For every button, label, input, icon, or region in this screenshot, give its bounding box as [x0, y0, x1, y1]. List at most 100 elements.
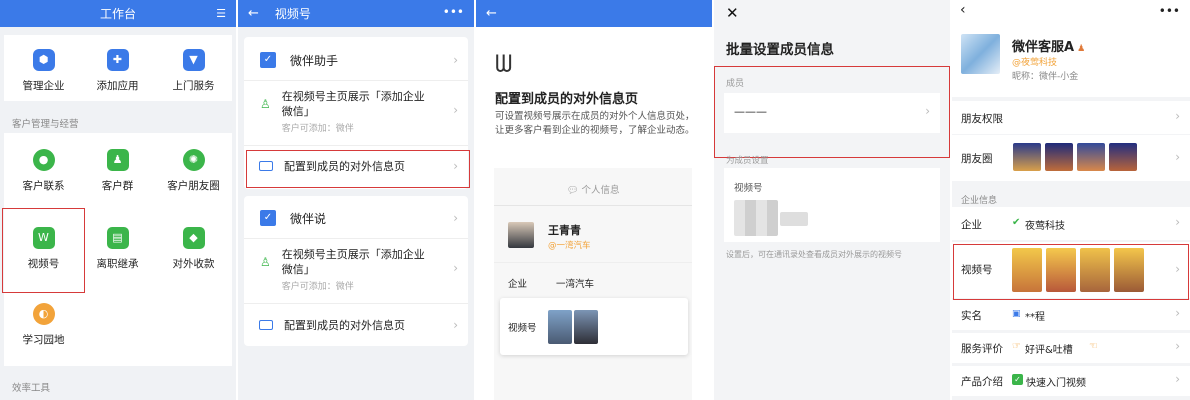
id-card-icon: [259, 161, 273, 171]
onsite-service-button[interactable]: ▼ 上门服务: [156, 49, 231, 93]
moments-row[interactable]: 朋友圈 ›: [952, 135, 1190, 181]
profile-tab: 💬︎ 个人信息: [566, 185, 620, 196]
check-icon: ✓: [260, 210, 276, 226]
video-thumbnail: [734, 200, 778, 236]
customer-contact-button[interactable]: ● 客户联系: [6, 149, 81, 193]
shield-icon: ◆: [182, 227, 205, 249]
apps-add-icon: ✚: [106, 49, 129, 71]
chevron-right-icon: ›: [1175, 262, 1180, 276]
workbench-panel: 工作台 ☰ ⬢ 管理企业 ✚ 添加应用 ▼ 上门服务 客户管理与经营 ● 客户联系 ♟ 客…: [0, 0, 236, 400]
friend-permission-row[interactable]: 朋友权限 ›: [952, 101, 1190, 134]
chevron-right-icon: ›: [1175, 339, 1180, 353]
avatar: [961, 34, 1000, 74]
setting-label: 为成员设置: [726, 156, 769, 166]
resign-inherit-button[interactable]: ▤ 离职继承: [80, 227, 155, 271]
video-channel-logo-icon: ᗯ: [495, 50, 513, 78]
workbench-topbar: 工作台 ☰: [0, 0, 236, 27]
hand-icon: ☜: [1089, 341, 1098, 352]
chevron-right-icon: ›: [925, 104, 930, 118]
video-channel-panel: ← 视频号 ••• ✓ 微伴助手 › ♙ 在视频号主页展示「添加企业微信」 客户…: [238, 0, 474, 400]
group-card: ✓ 微伴说 › ♙ 在视频号主页展示「添加企业微信」 客户可添加：微伴 › 配置…: [244, 196, 468, 346]
back-chevron-icon[interactable]: ‹: [960, 2, 966, 18]
company-tag: @夜莺科技: [1012, 58, 1058, 68]
realname-row[interactable]: 实名 ▣ **程 ›: [952, 300, 1190, 330]
back-arrow-icon[interactable]: ←: [248, 6, 259, 21]
batch-set-panel: ✕ 批量设置成员信息 成员 ——— › 为成员设置 视频号 设置后，可在通讯录处…: [714, 0, 950, 400]
add-app-button[interactable]: ✚ 添加应用: [80, 49, 155, 93]
video-thumbnail: [1046, 248, 1076, 292]
corp-row[interactable]: 企业 ✔ 夜莺科技 ›: [952, 207, 1190, 240]
chevron-right-icon: ›: [1175, 372, 1180, 386]
video-channel-icon: W: [32, 227, 55, 249]
check-icon: ✓: [260, 52, 276, 68]
member-select[interactable]: ——— ›: [724, 93, 940, 133]
video-thumbnail: [1080, 248, 1110, 292]
config-info-panel: ← ᗯ 配置到成员的对外信息页 可设置视频号展示在成员的对外个人信息页处，让更多…: [476, 0, 712, 400]
customer-group-button[interactable]: ♟ 客户群: [80, 149, 155, 193]
chevron-right-icon: ›: [453, 103, 458, 117]
planet-icon: ◐: [32, 303, 55, 325]
document-icon: ▤: [106, 227, 129, 249]
moments-thumbnail: [1045, 143, 1073, 171]
corp-value: 一湾汽车: [556, 279, 595, 290]
video-channel-button[interactable]: W 视频号: [6, 227, 81, 271]
aperture-icon: ✺: [182, 149, 205, 171]
chevron-right-icon: ›: [1175, 215, 1180, 229]
corp-info-header: 企业信息: [961, 196, 998, 206]
id-card-icon: [259, 320, 273, 330]
page-title: 工作台: [99, 7, 136, 21]
group-header[interactable]: ✓ 微伴说 ›: [244, 205, 468, 231]
customer-tools-card: ● 客户联系 ♟ 客户群 ✺ 客户朋友圈 W 视频号 ▤ 离职继承 ◆ 对外收款 ◐ 学习园地: [4, 133, 232, 366]
video-thumbnail: [780, 212, 808, 226]
payment-button[interactable]: ◆ 对外收款: [156, 227, 231, 271]
video-thumbnail: [548, 310, 572, 344]
add-person-icon: ♙: [260, 97, 271, 111]
chevron-right-icon: ›: [453, 318, 458, 332]
config-member-page-row[interactable]: 配置到成员的对外信息页 ›: [244, 311, 468, 339]
chevron-right-icon: ›: [1175, 150, 1180, 164]
filter-icon[interactable]: ☰: [216, 7, 226, 20]
config-member-page-row[interactable]: 配置到成员的对外信息页 ›: [244, 152, 468, 180]
video-channel-row[interactable]: 视频号 ›: [952, 242, 1190, 298]
back-arrow-icon[interactable]: ←: [486, 6, 497, 21]
company-tag: @一湾汽车: [548, 241, 591, 251]
group-icon: ♟: [106, 149, 129, 171]
profile-name: 微伴客服A ♟: [1012, 40, 1086, 55]
more-icon[interactable]: •••: [1159, 4, 1180, 18]
tie-icon: ▼: [182, 49, 205, 71]
member-name: 王青青: [548, 224, 581, 237]
show-add-wecom-row[interactable]: ♙ 在视频号主页展示「添加企业微信」 客户可添加：微伴 ›: [244, 247, 468, 295]
group-header[interactable]: ✓ 微伴助手 ›: [244, 47, 468, 73]
add-person-icon: ♙: [260, 255, 271, 269]
chevron-right-icon: ›: [1175, 109, 1180, 123]
video-thumbnail: [1012, 248, 1042, 292]
corp-label: 企业: [508, 279, 528, 290]
video-thumbnail: [1114, 248, 1144, 292]
service-review-row[interactable]: 服务评价 ☞ 好评&吐槽 ☜ ›: [952, 333, 1190, 363]
config-topbar: ←: [476, 0, 712, 27]
show-add-wecom-row[interactable]: ♙ 在视频号主页展示「添加企业微信」 客户可添加：微伴 ›: [244, 89, 468, 137]
chevron-right-icon: ›: [453, 53, 458, 67]
page-title: 视频号: [274, 7, 311, 21]
group-card: ✓ 微伴助手 › ♙ 在视频号主页展示「添加企业微信」 客户可添加：微伴 › 配…: [244, 37, 468, 189]
page-heading: 配置到成员的对外信息页: [495, 92, 639, 107]
chevron-right-icon: ›: [453, 159, 458, 173]
more-icon[interactable]: •••: [443, 5, 464, 19]
customer-moments-button[interactable]: ✺ 客户朋友圈: [156, 149, 231, 193]
chevron-right-icon: ›: [1175, 306, 1180, 320]
video-row[interactable]: 视频号: [500, 298, 688, 355]
chevron-right-icon: ›: [453, 211, 458, 225]
chat-icon: ●: [32, 149, 55, 171]
close-icon[interactable]: ✕: [726, 4, 739, 22]
video-topbar: ← 视频号 •••: [238, 0, 474, 27]
product-intro-row[interactable]: 产品介绍 ✓ 快速入门视频 ›: [952, 366, 1190, 396]
video-select[interactable]: 视频号: [724, 168, 940, 242]
manage-corp-button[interactable]: ⬢ 管理企业: [6, 49, 81, 93]
person-badge-icon: ♟: [1077, 44, 1086, 54]
member-label: 成员: [726, 79, 745, 89]
page-title: 批量设置成员信息: [726, 42, 834, 58]
hexagon-icon: ⬢: [32, 49, 55, 71]
verified-icon: ✔: [1012, 217, 1021, 228]
profile-panel: ‹ ••• 微伴客服A ♟ @夜莺科技 昵称：微伴-小金 朋友权限 › 朋友圈 ›…: [952, 0, 1190, 400]
learning-garden-button[interactable]: ◐ 学习园地: [6, 303, 81, 347]
